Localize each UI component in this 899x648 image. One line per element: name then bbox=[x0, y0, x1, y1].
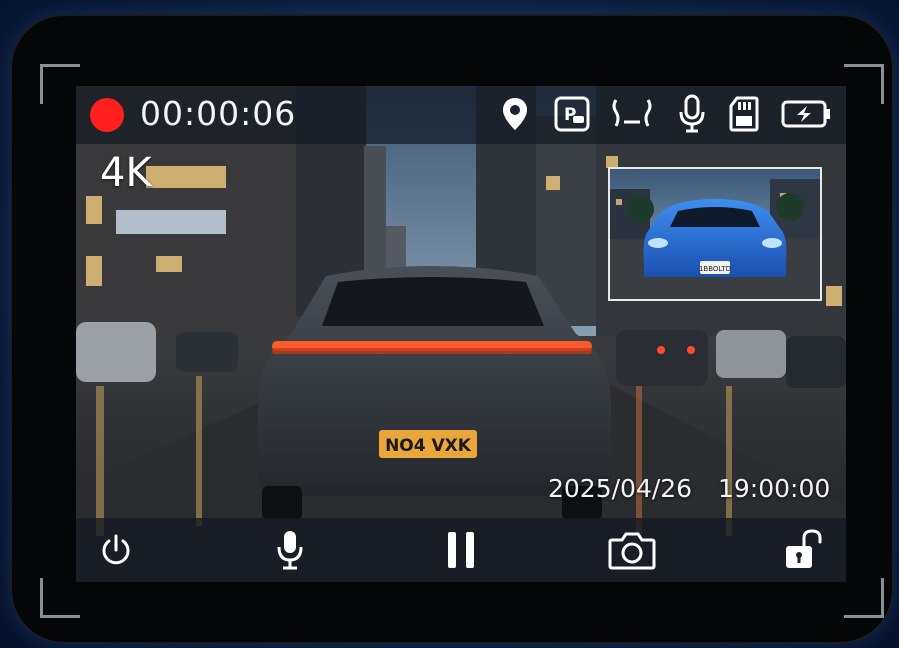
recording-indicator bbox=[90, 98, 124, 132]
camera-feed: NO4 VXK bbox=[76, 86, 846, 582]
g-sensor-icon bbox=[606, 94, 658, 134]
power-button[interactable] bbox=[88, 526, 144, 574]
timestamp-overlay: 2025/04/26 19:00:00 bbox=[548, 474, 830, 503]
frame-corner-bottom-left bbox=[40, 578, 80, 618]
resolution-badge: 4K bbox=[100, 150, 152, 196]
frame-corner-bottom-right bbox=[844, 578, 884, 618]
sd-card-icon bbox=[726, 94, 762, 134]
microphone-button[interactable] bbox=[262, 526, 318, 574]
rear-camera-image: 1BBOLTD bbox=[610, 169, 820, 299]
power-charging-icon bbox=[780, 94, 832, 134]
microphone-icon bbox=[674, 94, 710, 134]
frame-corner-top-left bbox=[40, 64, 80, 104]
parking-mode-icon: P bbox=[552, 94, 592, 134]
camera-icon bbox=[608, 532, 656, 570]
status-bar: 00:00:06 P bbox=[76, 86, 846, 144]
pause-button[interactable] bbox=[433, 526, 489, 574]
control-bar bbox=[76, 518, 846, 582]
location-pin-icon bbox=[498, 94, 532, 134]
rear-plate-text: 1BBOLTD bbox=[699, 265, 731, 273]
frame-corner-top-right bbox=[844, 64, 884, 104]
microphone-icon bbox=[277, 531, 303, 570]
rear-camera-preview[interactable]: 1BBOLTD bbox=[608, 167, 822, 301]
lock-button[interactable] bbox=[774, 526, 830, 574]
snapshot-button[interactable] bbox=[604, 526, 660, 574]
unlock-icon bbox=[786, 529, 822, 568]
street-scene-image: NO4 VXK bbox=[76, 86, 846, 582]
front-plate-text: NO4 VXK bbox=[385, 436, 472, 456]
pause-icon bbox=[448, 532, 474, 568]
recording-timer: 00:00:06 bbox=[140, 94, 297, 133]
date-text: 2025/04/26 bbox=[548, 474, 693, 503]
power-icon bbox=[102, 534, 130, 565]
time-text: 19:00:00 bbox=[718, 474, 831, 503]
